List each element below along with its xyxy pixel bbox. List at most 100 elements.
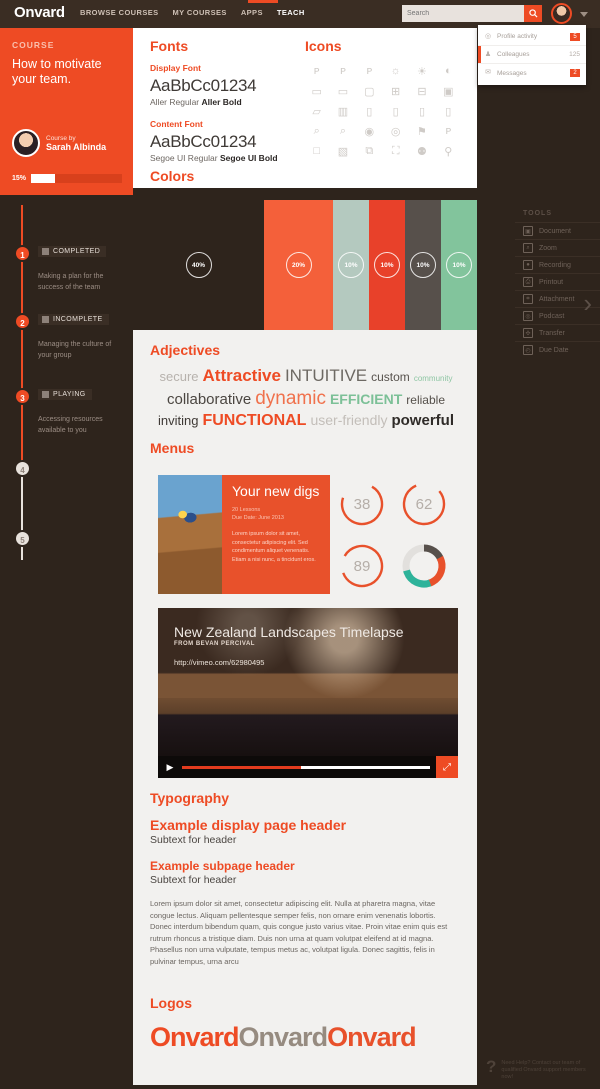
course-author: Course by Sarah Albinda [12,129,106,157]
window-add-icon[interactable]: ⊞ [384,83,407,99]
adjective-word: Attractive [202,366,281,385]
active-tab-indicator [248,0,278,3]
play-icon[interactable]: ▶ [158,762,182,773]
top-navigation-bar: Onvard BROWSE COURSES MY COURSES APPS TE… [0,0,600,28]
window-icon[interactable]: ▢ [358,83,381,99]
folder-icon[interactable]: ▱ [305,103,328,119]
author-name: Sarah Albinda [46,141,107,152]
dropdown-item-profile-activity[interactable]: ◎ Profile activity 5 [478,28,586,46]
chat-lines-icon[interactable]: ▭ [331,83,354,99]
video-url[interactable]: http://vimeo.com/62980495 [174,658,264,667]
window-remove-icon[interactable]: ⊟ [410,83,433,99]
video-player[interactable]: New Zealand Landscapes Timelapse FROM BE… [158,608,458,778]
subpage-header-subtext: Subtext for header [150,874,237,886]
fonts-heading: Fonts [150,38,189,54]
file-icon[interactable]: ▯ [384,103,407,119]
crop-icon[interactable]: ⛶ [384,143,407,159]
tool-item-transfer[interactable]: ✣ Transfer [515,324,600,341]
course-progress: 15% [12,174,122,183]
timeline-step-status: COMPLETED [38,246,107,257]
brand-logo[interactable]: Onvard [14,4,65,21]
course-kicker: COURSE [12,40,55,50]
copy-icon[interactable]: ⧉ [358,143,381,159]
nav-link-browse-courses[interactable]: BROWSE COURSES [80,8,159,17]
tool-item-label: Transfer [539,329,565,337]
square-icon[interactable]: □ [305,143,328,159]
zoom-out-icon[interactable]: ⌕ [331,123,354,139]
tool-item-document[interactable]: ▣ Document [515,222,600,239]
help-widget[interactable]: ? Need Help? Contact our team of qualifi… [486,1057,594,1081]
tool-item-label: Printout [539,278,564,286]
adjective-word: community [413,374,453,383]
display-font-label: Display Font [150,63,202,73]
ring-62: 62 [400,480,448,528]
next-page-arrow-icon[interactable]: › [583,290,592,316]
chat-bubble-icon[interactable]: ▭ [305,83,328,99]
timeline-step-description: Making a plan for the success of the tea… [38,273,104,291]
zoom-in-icon[interactable]: ⌕ [305,123,328,139]
logos-heading: Logos [150,995,192,1011]
search-button[interactable] [524,5,542,22]
dropdown-item-colleagues[interactable]: ♟ Colleagues 125 [478,46,586,64]
menu-card-due-date: Due Date: June 2013 [232,515,284,521]
adjective-line: secure Attractive INTUITIVE custom community [150,366,462,389]
eye-target-icon[interactable]: ◎ [384,123,407,139]
tools-heading: TOOLS [523,210,552,217]
search-input[interactable] [402,5,524,22]
adjective-word: reliable [406,393,445,407]
video-progress-bar[interactable] [182,765,430,769]
note-icon[interactable]: ▧ [331,143,354,159]
pin-icon[interactable]: ⚑ [410,123,433,139]
file-text-icon[interactable]: ▯ [437,103,460,119]
color-swatch-red: 10% [369,200,405,330]
adjective-line: inviting FUNCTIONAL user-friendly powerful [150,410,462,431]
nav-link-my-courses[interactable]: MY COURSES [173,8,227,17]
contrast-icon[interactable]: ◐ [437,63,460,79]
timeline-step-number: 3 [14,388,31,405]
icon-grid: ᴘ ᴘ ᴘ ☼ ☀ ◐ ▭ ▭ ▢ ⊞ ⊟ ▣ ▱ ▥ ▯ ▯ ▯ ▯ ⌕ ⌕ ◉ ◎ ⚑ ᴘ □ ▧ ⧉ ⛶ ⚉ ⚲ [305,63,460,159]
adjective-word: secure [159,369,199,384]
file-edit-icon[interactable]: ▯ [410,103,433,119]
ring-89: 89 [338,542,386,590]
example-subpage-header: Example subpage header [150,859,295,873]
fonts-section: Fonts Display Font AaBbCc01234 Aller Reg… [150,38,300,163]
chevron-down-icon[interactable] [580,12,588,17]
nav-link-apps[interactable]: APPS [241,8,263,17]
eye-icon[interactable]: ◉ [358,123,381,139]
tool-item-recording[interactable]: ● Recording [515,256,600,273]
course-title: How to motivate your team. [12,57,102,86]
podcast-icon: ◎ [523,311,533,321]
status-square-icon [42,248,49,255]
video-title: New Zealand Landscapes Timelapse [174,624,404,640]
sun-icon[interactable]: ☀ [410,63,433,79]
location-pin-icon[interactable]: ⚉ [410,143,433,159]
attachment-icon: ⌗ [523,294,533,304]
wifi-icon[interactable]: ᴘ [437,123,460,139]
brightness-icon[interactable]: ☼ [384,63,407,79]
timeline-step-number: 5 [14,530,31,547]
page-icon[interactable]: ▯ [358,103,381,119]
tool-item-due-date[interactable]: ◴ Due Date [515,341,600,358]
volume-high-icon[interactable]: ᴘ [358,63,381,79]
dropdown-item-messages[interactable]: ✉ Messages 2 [478,64,586,82]
nav-link-teach[interactable]: TEACH [277,8,305,17]
timeline-step-number: 1 [14,245,31,262]
volume-low-icon[interactable]: ᴘ [331,63,354,79]
status-label: INCOMPLETE [53,316,103,323]
bulb-icon[interactable]: ⚲ [437,143,460,159]
menu-course-card[interactable]: Your new digs 20 Lessons Due Date: June … [158,475,330,594]
swatch-percent: 10% [338,252,364,278]
status-label: COMPLETED [53,248,101,255]
window-dot-icon[interactable]: ▣ [437,83,460,99]
question-mark-icon: ? [486,1057,497,1076]
volume-mute-icon[interactable]: ᴘ [305,63,328,79]
tool-item-label: Recording [539,261,571,269]
fullscreen-icon[interactable]: ⤢ [436,756,458,778]
users-icon: ♟ [484,50,492,58]
color-swatch-gray: 10% [405,200,441,330]
tool-item-zoom[interactable]: ⌕ Zoom [515,239,600,256]
avatar[interactable] [551,3,572,24]
menu-card-description: Lorem ipsum dolor sit amet, consectetur … [232,531,316,563]
recording-icon: ● [523,260,533,270]
book-icon[interactable]: ▥ [331,103,354,119]
